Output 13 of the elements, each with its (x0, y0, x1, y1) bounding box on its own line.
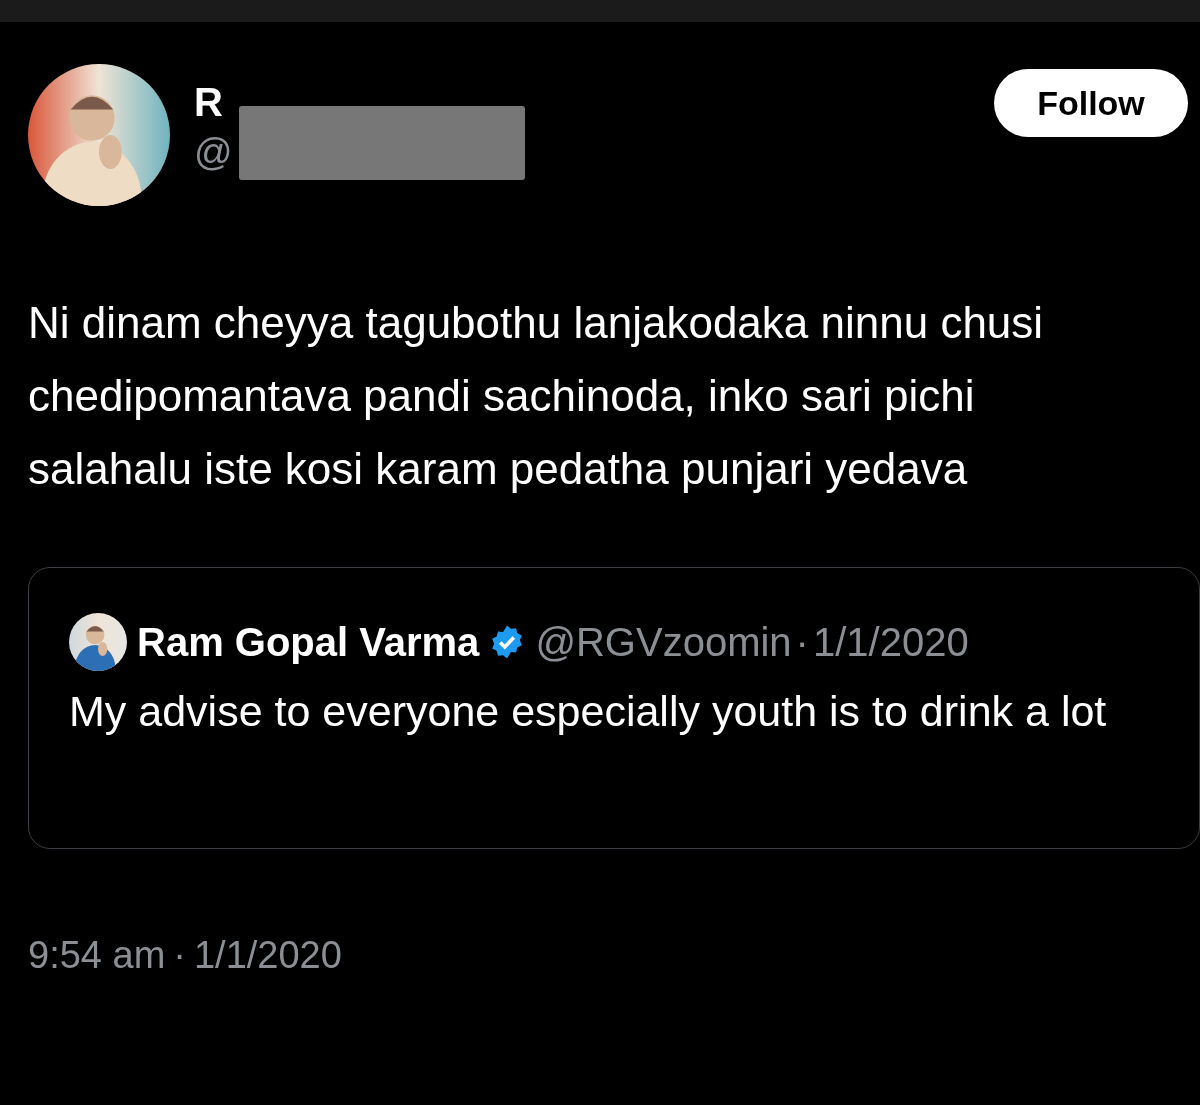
post-time: 9:54 am (28, 933, 166, 978)
separator-dot: · (173, 933, 186, 978)
quoted-post-text: My advise to everyone especially youth is to drink a lot (69, 686, 1108, 737)
post-text: Ni dinam cheyya tagubothu lanjakodaka ninnu chusi chedipomantava pandi sachinoda, inko sari pichi salahalu iste kosi karam pedatha punjari yedava (28, 297, 1045, 495)
author-name: R (194, 79, 224, 126)
quoted-author-handle: @RGVzoomin (535, 619, 792, 666)
quoted-post-date: 1/1/2020 (812, 619, 969, 666)
post-date: 1/1/2020 (193, 933, 342, 978)
separator-dot: · (795, 619, 809, 666)
quoted-post-card[interactable]: Ram Gopal Varma @RGVzoomin·1/1/2020 My advise to everyone especially youth is to drink a lot (28, 567, 1200, 849)
author-handle: @ (194, 130, 233, 175)
follow-button[interactable]: Follow (994, 69, 1188, 137)
quoted-author-name: Ram Gopal Varma (137, 619, 480, 666)
